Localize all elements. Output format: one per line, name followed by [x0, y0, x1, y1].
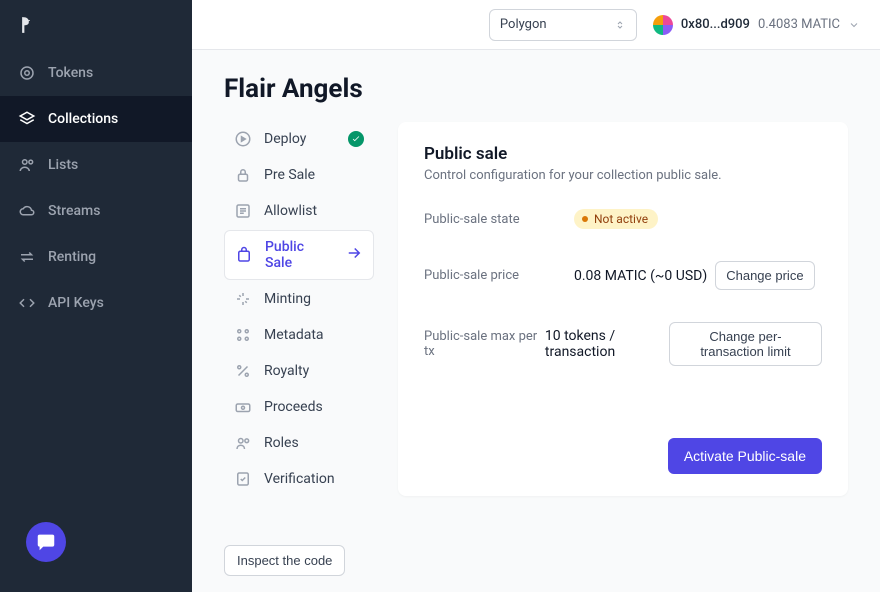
sidebar-item-tokens[interactable]: Tokens	[0, 50, 192, 96]
public-sale-panel: Public sale Control configuration for yo…	[398, 122, 848, 496]
sidebar-item-streams[interactable]: Streams	[0, 188, 192, 234]
price-label: Public-sale price	[424, 268, 574, 283]
sidebar-item-label: Streams	[48, 203, 100, 219]
subnav-item-label: Deploy	[264, 131, 306, 147]
code-icon	[18, 294, 36, 312]
arrow-right-icon	[345, 244, 363, 266]
change-limit-button[interactable]: Change per-transaction limit	[669, 322, 822, 366]
chevron-updown-icon	[614, 19, 626, 31]
subnav-item-minting[interactable]: Minting	[224, 282, 374, 316]
logo	[0, 0, 192, 50]
logo-icon	[18, 14, 36, 36]
wallet-balance: 0.4083 MATIC	[758, 17, 840, 32]
subnav-item-publicsale[interactable]: Public Sale	[224, 230, 374, 280]
layers-icon	[18, 110, 36, 128]
check-doc-icon	[234, 470, 252, 488]
inspect-code-button[interactable]: Inspect the code	[224, 545, 345, 576]
price-value: 0.08 MATIC (~0 USD)	[574, 268, 707, 284]
subnav-item-roles[interactable]: Roles	[224, 426, 374, 460]
panel-description: Control configuration for your collectio…	[424, 168, 822, 183]
bag-icon	[235, 246, 253, 264]
play-circle-icon	[234, 130, 252, 148]
subnav-item-label: Royalty	[264, 363, 309, 379]
subnav-item-label: Minting	[264, 291, 311, 307]
sidebar-item-label: Lists	[48, 157, 78, 173]
sidebar-item-label: Tokens	[48, 65, 93, 81]
panel-title: Public sale	[424, 144, 822, 164]
sidebar-item-collections[interactable]: Collections	[0, 96, 192, 142]
subnav-item-label: Roles	[264, 435, 299, 451]
subnav-item-label: Pre Sale	[264, 167, 315, 183]
page-title: Flair Angels	[224, 74, 848, 104]
status-badge: Not active	[574, 209, 658, 229]
collection-subnav: Deploy Pre Sale Allowlist Public Sale	[224, 122, 374, 496]
max-value: 10 tokens / transaction	[545, 328, 661, 360]
wallet-address: 0x80...d909	[681, 17, 750, 32]
sidebar-item-label: Collections	[48, 111, 118, 127]
subnav-item-label: Verification	[264, 471, 335, 487]
change-price-button[interactable]: Change price	[715, 261, 814, 290]
grid-icon	[234, 326, 252, 344]
state-label: Public-sale state	[424, 212, 574, 227]
sidebar-item-renting[interactable]: Renting	[0, 234, 192, 280]
subnav-item-label: Proceeds	[264, 399, 323, 415]
topbar: Polygon 0x80...d909 0.4083 MATIC	[192, 0, 880, 50]
lock-icon	[234, 166, 252, 184]
swap-icon	[18, 248, 36, 266]
sidebar-item-label: Renting	[48, 249, 96, 265]
cloud-icon	[18, 202, 36, 220]
intercom-button[interactable]	[26, 522, 66, 562]
sidebar-item-apikeys[interactable]: API Keys	[0, 280, 192, 326]
list-icon	[234, 202, 252, 220]
subnav-item-presale[interactable]: Pre Sale	[224, 158, 374, 192]
sidebar: Tokens Collections Lists Streams Renting…	[0, 0, 192, 592]
token-icon	[18, 64, 36, 82]
subnav-item-label: Allowlist	[264, 203, 317, 219]
subnav-item-label: Public Sale	[265, 239, 333, 271]
subnav-item-deploy[interactable]: Deploy	[224, 122, 374, 156]
chevron-down-icon	[848, 19, 860, 31]
subnav-item-metadata[interactable]: Metadata	[224, 318, 374, 352]
sparkle-icon	[234, 290, 252, 308]
network-select[interactable]: Polygon	[489, 9, 637, 41]
sidebar-item-lists[interactable]: Lists	[0, 142, 192, 188]
sidebar-item-label: API Keys	[48, 295, 104, 311]
subnav-item-verification[interactable]: Verification	[224, 462, 374, 496]
chat-icon	[35, 531, 57, 553]
cash-icon	[234, 398, 252, 416]
subnav-item-label: Metadata	[264, 327, 324, 343]
users-icon	[234, 434, 252, 452]
subnav-item-royalty[interactable]: Royalty	[224, 354, 374, 388]
check-icon	[348, 131, 364, 147]
wallet-menu[interactable]: 0x80...d909 0.4083 MATIC	[653, 15, 860, 35]
max-label: Public-sale max per tx	[424, 329, 545, 359]
network-label: Polygon	[500, 17, 547, 32]
subnav-item-proceeds[interactable]: Proceeds	[224, 390, 374, 424]
activate-public-sale-button[interactable]: Activate Public-sale	[668, 438, 822, 474]
users-icon	[18, 156, 36, 174]
avatar	[653, 15, 673, 35]
subnav-item-allowlist[interactable]: Allowlist	[224, 194, 374, 228]
percent-icon	[234, 362, 252, 380]
